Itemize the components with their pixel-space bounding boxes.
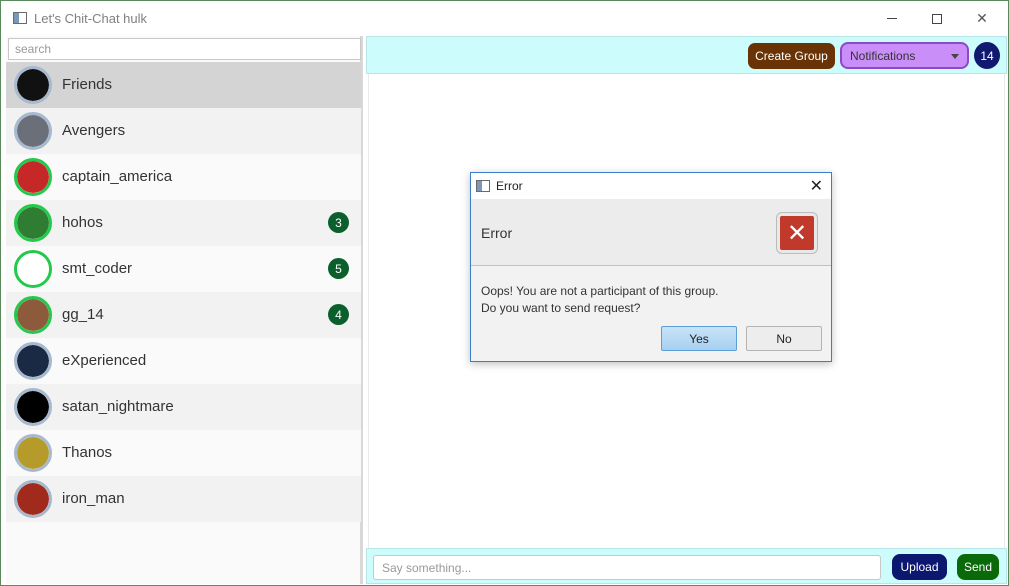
avatar-image [17, 299, 49, 331]
avatar [14, 388, 52, 426]
contact-name: gg_14 [62, 306, 104, 323]
avatar-image [17, 437, 49, 469]
avatar-image [17, 115, 49, 147]
error-dialog: Error ✕ Error ✕ Oops! You are not a part… [470, 172, 832, 362]
contact-name: eXperienced [62, 352, 147, 369]
dialog-message-line2: Do you want to send request? [481, 301, 641, 315]
dialog-title: Error [496, 179, 523, 193]
contact-name: smt_coder [62, 260, 133, 277]
avatar [14, 250, 52, 288]
avatar [14, 342, 52, 380]
no-button[interactable]: No [746, 326, 822, 351]
upload-button[interactable]: Upload [892, 554, 947, 580]
close-window-button[interactable]: ✕ [959, 1, 1005, 36]
avatar-image [17, 391, 49, 423]
contact-list-item[interactable]: smt_coder 5 [6, 246, 361, 292]
close-icon: ✕ [976, 10, 988, 26]
chevron-down-icon [951, 54, 959, 59]
contact-list-item[interactable]: Friends [6, 62, 361, 108]
contact-name: captain_america [62, 168, 173, 185]
contact-name: Avengers [62, 122, 126, 139]
contact-name: satan_nightmare [62, 398, 174, 415]
contact-list-item[interactable]: iron_man [6, 476, 361, 522]
contact-name: Friends [62, 76, 113, 93]
contact-list-item[interactable]: satan_nightmare [6, 384, 361, 430]
avatar [14, 158, 52, 196]
send-button[interactable]: Send [957, 554, 999, 580]
dialog-header-text: Error [481, 225, 513, 241]
contact-name: Thanos [62, 444, 113, 461]
contact-name: hohos [62, 214, 103, 231]
chat-toolbar: Create Group Notifications 14 [366, 36, 1007, 74]
dialog-close-button[interactable]: ✕ [810, 176, 823, 196]
contact-list-item[interactable]: captain_america [6, 154, 361, 200]
contact-list-item[interactable]: Thanos [6, 430, 361, 476]
minimize-button[interactable] [869, 1, 915, 36]
notification-count-badge[interactable]: 14 [974, 42, 1000, 69]
contact-list-item[interactable]: Avengers [6, 108, 361, 154]
dialog-app-icon [476, 180, 490, 192]
minimize-icon [887, 18, 897, 19]
dialog-message: Oops! You are not a participant of this … [481, 283, 719, 317]
dialog-title-bar: Error ✕ [471, 173, 831, 199]
sidebar: Friends Avengers captain_americahohos 3 smt_… [6, 36, 363, 584]
contact-list-item[interactable]: eXperienced [6, 338, 361, 384]
avatar [14, 112, 52, 150]
app-icon [13, 12, 27, 24]
window-title: Let's Chit-Chat hulk [34, 11, 148, 26]
dialog-message-line1: Oops! You are not a participant of this … [481, 284, 719, 298]
avatar [14, 434, 52, 472]
title-bar: Let's Chit-Chat hulk ✕ [1, 1, 1008, 36]
contact-list-item[interactable]: hohos 3 [6, 200, 361, 246]
yes-button[interactable]: Yes [661, 326, 737, 351]
avatar-image [17, 69, 49, 101]
search-input[interactable] [8, 38, 361, 60]
contact-name: iron_man [62, 490, 125, 507]
maximize-icon [932, 13, 942, 24]
avatar [14, 66, 52, 104]
contact-list-item[interactable]: gg_14 4 [6, 292, 361, 338]
avatar-image [17, 253, 49, 285]
avatar-image [17, 207, 49, 239]
avatar-image [17, 161, 49, 193]
maximize-button[interactable] [914, 1, 960, 36]
error-icon: ✕ [777, 213, 817, 253]
unread-count-badge: 3 [328, 212, 349, 233]
avatar [14, 204, 52, 242]
notifications-dropdown[interactable]: Notifications [840, 42, 969, 69]
contact-list: Friends Avengers captain_americahohos 3 smt_… [6, 62, 361, 522]
unread-count-badge: 4 [328, 304, 349, 325]
avatar-image [17, 483, 49, 515]
create-group-button[interactable]: Create Group [748, 43, 835, 69]
notifications-label: Notifications [850, 49, 916, 63]
avatar [14, 480, 52, 518]
unread-count-badge: 5 [328, 258, 349, 279]
avatar [14, 296, 52, 334]
dialog-header: Error ✕ [471, 199, 831, 266]
message-input[interactable] [373, 555, 881, 580]
avatar-image [17, 345, 49, 377]
composer-bar: Upload Send [366, 548, 1007, 584]
